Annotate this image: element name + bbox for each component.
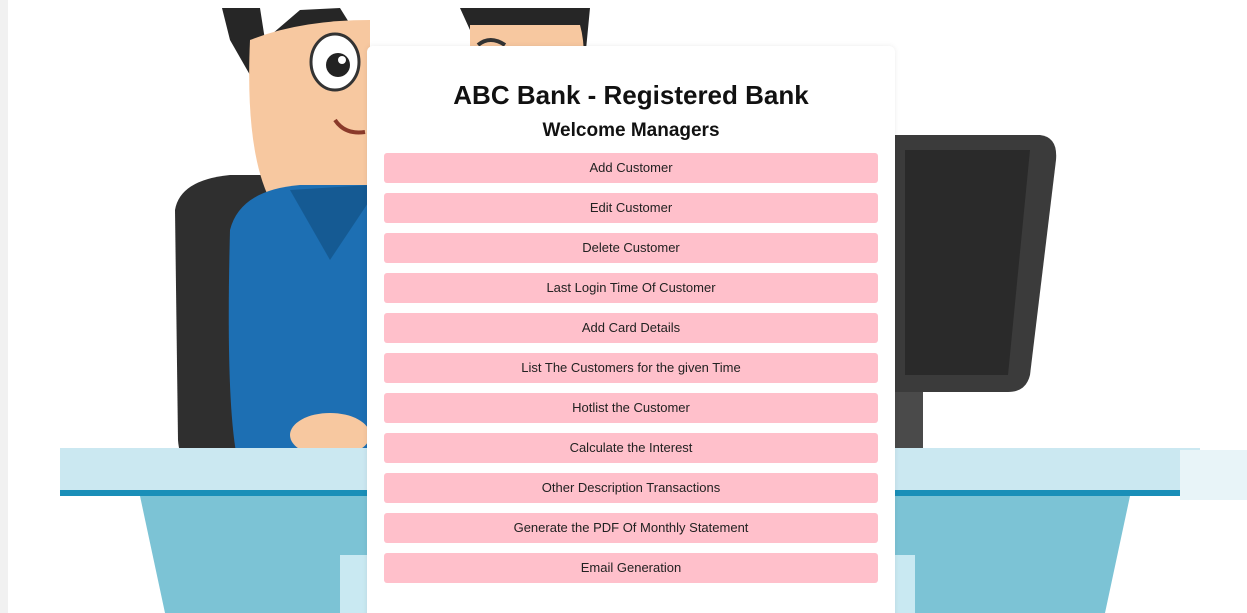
manager-panel: ABC Bank - Registered Bank Welcome Manag… xyxy=(367,46,895,613)
add-card-details-button[interactable]: Add Card Details xyxy=(384,313,878,343)
last-login-time-button[interactable]: Last Login Time Of Customer xyxy=(384,273,878,303)
edit-customer-button[interactable]: Edit Customer xyxy=(384,193,878,223)
list-customers-button[interactable]: List The Customers for the given Time xyxy=(384,353,878,383)
calculate-interest-button[interactable]: Calculate the Interest xyxy=(384,433,878,463)
manager-menu: Add Customer Edit Customer Delete Custom… xyxy=(367,153,895,583)
page-title: ABC Bank - Registered Bank xyxy=(453,80,809,110)
generate-pdf-statement-button[interactable]: Generate the PDF Of Monthly Statement xyxy=(384,513,878,543)
page: ABC Bank - Registered Bank Welcome Manag… xyxy=(0,0,1247,613)
other-transactions-button[interactable]: Other Description Transactions xyxy=(384,473,878,503)
hotlist-customer-button[interactable]: Hotlist the Customer xyxy=(384,393,878,423)
delete-customer-button[interactable]: Delete Customer xyxy=(384,233,878,263)
email-generation-button[interactable]: Email Generation xyxy=(384,553,878,583)
add-customer-button[interactable]: Add Customer xyxy=(384,153,878,183)
welcome-heading: Welcome Managers xyxy=(542,120,720,141)
